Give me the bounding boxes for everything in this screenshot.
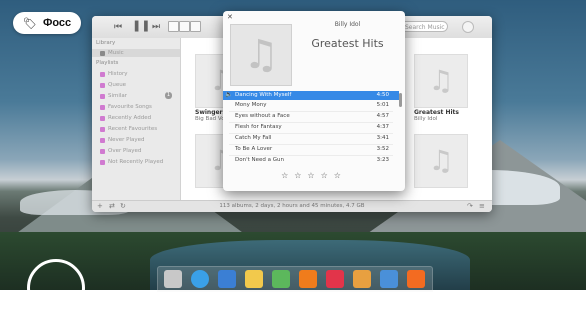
channel-badge: 🏷 Фосс [13,12,82,34]
smart-playlist-icon [100,159,105,165]
track-duration: 4:37 [376,124,389,130]
skip-back-icon[interactable]: ⏮ [114,21,122,33]
sidebar-item-over-played[interactable]: Over Played [100,147,178,155]
track-row[interactable]: Don't Need a Gun 3:23 [223,156,399,165]
smart-playlist-icon [100,137,105,143]
playlists-header: Playlists [96,60,119,66]
sidebar-item-recently-added[interactable]: Recently Added [100,114,178,122]
files-icon[interactable] [164,270,182,288]
sidebar-item-label: Recently Added [108,115,152,121]
track-row[interactable]: 🔈 Dancing With Myself 4:50 [223,91,399,100]
track-row[interactable]: Flesh for Fantasy 4:37 [223,123,399,132]
album-cover-large: ♫ [230,24,292,86]
info-panel-icon[interactable]: ↷ [467,203,473,210]
album-artist: Billy Idol [334,21,361,28]
track-name: Eyes without a Face [235,113,290,119]
track-name: To Be A Lover [235,146,273,152]
sidebar-item-favourite-songs[interactable]: Favourite Songs [100,103,178,111]
browser-icon[interactable] [191,270,209,288]
track-row[interactable]: Mony Mony 5:01 [223,101,399,110]
media-icon[interactable] [326,270,344,288]
music-note-icon: ♫ [428,144,454,177]
track-duration: 3:23 [376,157,389,163]
sidebar-item-label: Never Played [108,137,145,143]
search-input[interactable]: Search Music [400,21,448,32]
track-duration: 5:01 [376,102,389,108]
sidebar-item-label: Over Played [108,148,142,154]
track-row[interactable]: To Be A Lover 3:52 [223,145,399,154]
track-duration: 4:50 [376,92,389,98]
history-icon [100,71,105,77]
tag-icon: 🏷 [23,16,37,30]
equalizer-icon[interactable]: ≡ [479,203,485,210]
video-icon[interactable] [380,270,398,288]
close-icon[interactable]: ✕ [227,13,233,21]
status-bar: + ⇄ ↻ 113 albums, 2 days, 2 hours and 45… [92,200,492,212]
sidebar-item-history[interactable]: History [100,70,178,78]
track-duration: 4:57 [376,113,389,119]
track-scrollbar[interactable] [399,91,403,171]
rating-stars[interactable]: ☆☆☆☆☆ [223,171,405,180]
sidebar-item-label: Similar [108,93,128,99]
smart-playlist-icon [100,104,105,110]
track-duration: 3:52 [376,146,389,152]
music-note-icon: ♫ [243,32,279,78]
speaker-icon: 🔈 [225,91,233,98]
similar-icon [100,93,105,99]
music-note-icon [100,50,105,56]
mail-icon[interactable] [245,270,263,288]
gear-icon[interactable] [462,21,474,33]
track-name: Mony Mony [235,102,267,108]
sidebar-item-queue[interactable]: Queue [100,81,178,89]
track-name: Catch My Fall [235,135,272,141]
badge-label: Фосс [42,17,72,29]
sidebar-item-recent-favourites[interactable]: Recent Favourites [100,125,178,133]
album-title: Greatest Hits [311,37,384,50]
sidebar-item-label: Recent Favourites [108,126,158,132]
spreadsheet-icon[interactable] [272,270,290,288]
music-note-icon: ♫ [428,64,454,97]
sidebar-item-label: Not Recently Played [108,159,164,165]
track-name: Flesh for Fantasy [235,124,282,130]
music-icon[interactable] [299,270,317,288]
sidebar-item-not-recently-played[interactable]: Not Recently Played [100,158,178,166]
sidebar-item-label: Favourite Songs [108,104,152,110]
sidebar-item-music[interactable]: Music [92,49,180,57]
album-cover[interactable]: ♫ [414,134,468,188]
track-duration: 3:41 [376,135,389,141]
smart-playlist-icon [100,115,105,121]
sidebar-item-never-played[interactable]: Never Played [100,136,178,144]
album-popover: ✕ ♫ Billy Idol Greatest Hits 🔈 Dancing W… [223,11,405,191]
smart-playlist-icon [100,148,105,154]
tiles-icon[interactable] [218,270,236,288]
sidebar-item-label: Queue [108,82,127,88]
track-row[interactable]: Catch My Fall 3:41 [223,134,399,143]
count-badge: 1 [164,92,172,99]
grid-view-icon[interactable] [168,21,179,32]
library-header: Library [96,40,116,46]
album-title: Greatest Hits [414,109,459,116]
sidebar-item-label: Music [108,50,124,56]
track-name: Don't Need a Gun [235,157,284,163]
list-view-icon[interactable] [179,21,190,32]
album-artist: Billy Idol [414,116,438,122]
album-cover[interactable]: ♫ [414,54,468,108]
queue-icon [100,82,105,88]
sidebar-item-label: History [108,71,128,77]
scrollbar-thumb[interactable] [399,93,402,107]
dock [157,266,433,292]
photos-icon[interactable] [353,270,371,288]
touch-indicator-circle [27,259,85,317]
sidebar-item-similar[interactable]: Similar 1 [100,92,178,100]
track-name: Dancing With Myself [235,92,292,98]
track-row[interactable]: Eyes without a Face 4:57 [223,112,399,121]
library-summary: 113 albums, 2 days, 2 hours and 45 minut… [219,203,365,209]
smart-playlist-icon [100,126,105,132]
pause-icon[interactable]: ❚❚ [132,20,150,32]
sidebar: Library Music Playlists History Queue Si… [92,38,181,200]
column-view-icon[interactable] [190,21,201,32]
skip-forward-icon[interactable]: ⏭ [152,21,160,33]
store-icon[interactable] [407,270,425,288]
